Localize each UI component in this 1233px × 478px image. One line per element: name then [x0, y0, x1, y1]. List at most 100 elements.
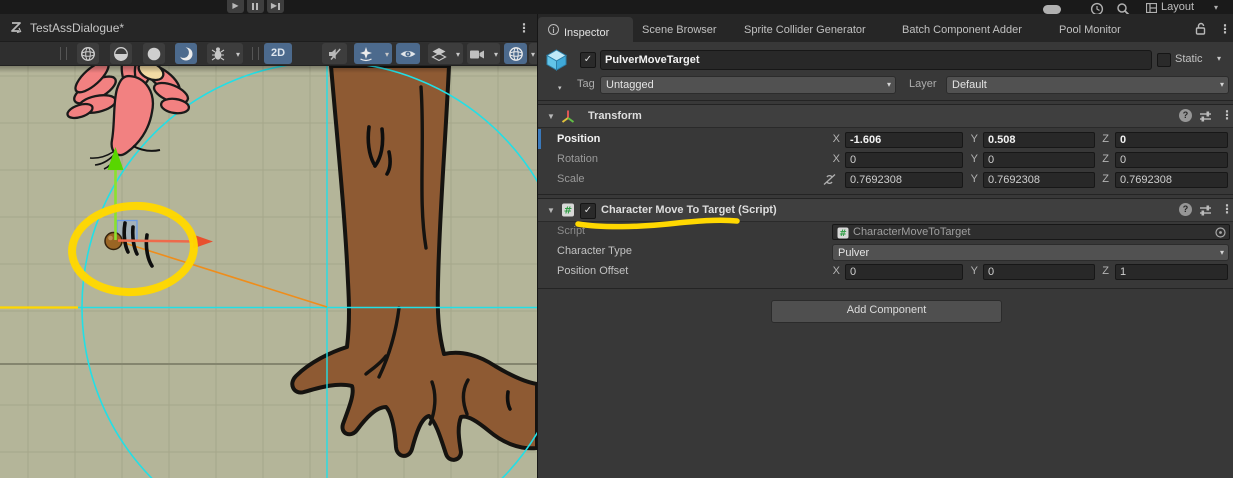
- inspector-panel: ▾ ✓ PulverMoveTarget Static ▾ Tag Untagg…: [538, 42, 1233, 478]
- character-type-caret-icon: ▾: [1220, 245, 1224, 261]
- layers-button[interactable]: ▾: [428, 43, 463, 64]
- scene-menu-kebab-icon[interactable]: ⋮: [518, 22, 530, 34]
- scene-window-titlebar: TestAssDialogue* ⋮: [0, 14, 537, 42]
- help-icon[interactable]: ?: [1179, 109, 1192, 122]
- offset-x-field[interactable]: 0: [845, 264, 963, 280]
- gameobject-active-checkbox[interactable]: ✓: [580, 52, 596, 68]
- shading-wireframe-button[interactable]: [77, 43, 99, 64]
- scale-z-field[interactable]: 0.7692308: [1115, 172, 1228, 188]
- visibility-button[interactable]: [396, 43, 420, 64]
- camera-caret-icon: ▾: [494, 51, 498, 59]
- toolbar-grip[interactable]: [252, 47, 259, 60]
- play-button[interactable]: ▶: [227, 0, 244, 13]
- x-axis-arrow[interactable]: [118, 241, 196, 242]
- shading-shaded-wire-button[interactable]: [110, 43, 132, 64]
- tab-pool-monitor[interactable]: Pool Monitor: [1059, 24, 1121, 36]
- scale-link-icon[interactable]: [822, 173, 837, 186]
- tag-caret-icon: ▾: [887, 77, 891, 93]
- character-type-dropdown[interactable]: Pulver ▾: [832, 244, 1229, 261]
- script-object-field[interactable]: # CharacterMoveToTarget: [832, 224, 1230, 240]
- layout-caret-icon[interactable]: ▾: [1214, 3, 1218, 12]
- history-clock-icon[interactable]: [1090, 2, 1104, 14]
- csharp-script-icon: #: [561, 203, 575, 217]
- character-type-label: Character Type: [557, 245, 632, 257]
- csharp-script-icon: #: [837, 227, 849, 239]
- script-field-label: Script: [557, 225, 585, 237]
- camera-button[interactable]: ▾: [467, 43, 500, 64]
- tab-inspector[interactable]: i Inspector: [538, 17, 633, 42]
- foldout-icon[interactable]: ▼: [547, 206, 555, 215]
- scale-y-field[interactable]: 0.7692308: [983, 172, 1095, 188]
- position-y-field[interactable]: 0.508: [983, 132, 1095, 148]
- debug-bug-button[interactable]: ▾: [207, 43, 243, 64]
- tag-dropdown[interactable]: Untagged ▾: [600, 76, 896, 94]
- scene-tab-icon: [9, 20, 25, 36]
- main-toolbar: ▶ ▶ Layout ▾: [0, 0, 1233, 14]
- svg-text:#: #: [839, 229, 847, 239]
- pause-button[interactable]: [247, 0, 264, 13]
- layout-dropdown[interactable]: Layout: [1161, 1, 1194, 13]
- rotation-label: Rotation: [557, 153, 598, 165]
- static-checkbox[interactable]: [1157, 53, 1171, 67]
- presets-icon[interactable]: [1199, 204, 1212, 216]
- half-sphere-icon: [113, 46, 129, 62]
- gameobject-icon-caret[interactable]: ▾: [558, 84, 562, 92]
- search-icon[interactable]: [1116, 2, 1130, 14]
- bug-icon: [211, 46, 225, 62]
- script-component-header[interactable]: ▼ # ✓ Character Move To Target (Script) …: [538, 198, 1233, 222]
- inspector-tabstrip: i Inspector Scene Browser Sprite Collide…: [538, 14, 1233, 42]
- gizmos-caret-icon: ▾: [531, 51, 535, 59]
- add-component-button[interactable]: Add Component: [771, 300, 1002, 323]
- position-offset-label: Position Offset: [557, 265, 628, 277]
- shading-solid-button[interactable]: [143, 43, 165, 64]
- layer-caret-icon: ▾: [1220, 77, 1224, 93]
- offset-z-field[interactable]: 1: [1115, 264, 1228, 280]
- layers-caret-icon: ▾: [456, 51, 460, 59]
- wire-sphere-icon: [80, 46, 96, 62]
- sparkle-effects-icon: [359, 46, 374, 61]
- transform-header[interactable]: ▼ Transform ? ⋮: [538, 104, 1233, 128]
- script-kebab-icon[interactable]: ⋮: [1221, 203, 1233, 215]
- cloud-collab-icon[interactable]: [1043, 5, 1061, 14]
- rotation-z-field[interactable]: 0: [1115, 152, 1228, 168]
- rotation-x-field[interactable]: 0: [845, 152, 963, 168]
- eye-icon: [400, 47, 417, 60]
- lock-icon[interactable]: [1195, 22, 1207, 35]
- play-icon: ▶: [227, 1, 244, 11]
- gameobject-name-field[interactable]: PulverMoveTarget: [600, 50, 1152, 70]
- transform-kebab-icon[interactable]: ⋮: [1221, 109, 1233, 121]
- script-enabled-checkbox[interactable]: ✓: [580, 203, 596, 219]
- tab-sprite-collider-generator[interactable]: Sprite Collider Generator: [744, 24, 866, 36]
- pause-icon: [252, 3, 254, 10]
- scene-viewport[interactable]: [0, 66, 537, 478]
- static-caret-icon[interactable]: ▾: [1217, 54, 1221, 63]
- object-picker-icon[interactable]: [1215, 227, 1226, 238]
- offset-y-field[interactable]: 0: [983, 264, 1095, 280]
- gizmos-button[interactable]: [504, 43, 527, 64]
- scene-tab-title[interactable]: TestAssDialogue*: [30, 21, 124, 35]
- audio-mute-button[interactable]: [322, 43, 347, 64]
- toolbar-grip[interactable]: [60, 47, 67, 60]
- presets-icon[interactable]: [1199, 110, 1212, 122]
- solid-sphere-icon: [146, 46, 162, 62]
- rotation-y-field[interactable]: 0: [983, 152, 1095, 168]
- static-label: Static: [1175, 53, 1203, 65]
- effects-caret-icon: ▾: [385, 51, 389, 59]
- mode-2d-button[interactable]: 2D: [264, 43, 292, 64]
- help-icon[interactable]: ?: [1179, 203, 1192, 216]
- position-z-field[interactable]: 0: [1115, 132, 1228, 148]
- tab-scene-browser[interactable]: Scene Browser: [642, 24, 717, 36]
- layer-label: Layer: [909, 78, 937, 90]
- tab-batch-component-adder[interactable]: Batch Component Adder: [902, 24, 1022, 36]
- tag-label: Tag: [577, 78, 595, 90]
- scale-x-field[interactable]: 0.7692308: [845, 172, 963, 188]
- foldout-icon[interactable]: ▼: [547, 112, 555, 121]
- step-button[interactable]: ▶: [267, 0, 284, 13]
- unity-editor-window: ▶ ▶ Layout ▾ TestAssDialogue* ⋮: [0, 0, 1233, 478]
- position-x-field[interactable]: -1.606: [845, 132, 963, 148]
- layer-dropdown[interactable]: Default ▾: [946, 76, 1229, 94]
- inspector-menu-kebab-icon[interactable]: ⋮: [1219, 23, 1231, 35]
- effects-button[interactable]: ▾: [354, 43, 392, 64]
- layers-icon: [431, 46, 447, 61]
- shading-crescent-button[interactable]: [175, 43, 197, 64]
